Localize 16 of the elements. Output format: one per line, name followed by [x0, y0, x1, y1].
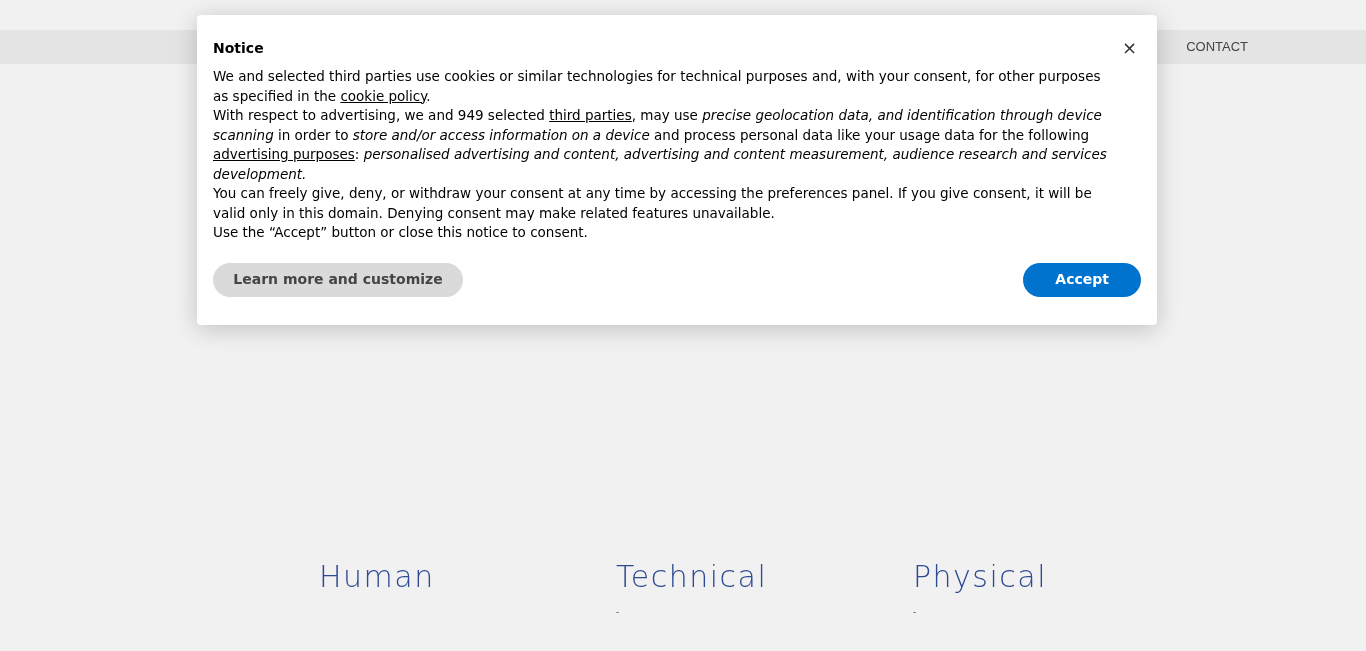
column-heading: Human: [319, 559, 435, 595]
nav-link[interactable]: CONTACT: [1186, 37, 1248, 57]
accept-button[interactable]: Accept: [1023, 262, 1141, 297]
column-heading: Physical: [913, 559, 1048, 595]
notice-paragraph: Use the “Accept” button or close this notice to consent.: [213, 223, 589, 242]
close-button[interactable]: ×: [1121, 39, 1137, 57]
dialog-title: Notice: [213, 38, 264, 58]
notice-paragraph: We and selected third parties use cookies or similar technologies for technical purposes and, with your consent, for other purposes as specified in the cookie policy.: [213, 67, 1102, 106]
column-text: -: [616, 606, 620, 619]
column-heading: Technical: [616, 559, 768, 595]
customize-button[interactable]: Learn more and customize: [213, 262, 463, 297]
notice-paragraph: With respect to advertising, we and 949 selected third parties, may use precise geolocation data, and identification through device scanning in order to store and/or access information on a device and process personal data like your usage data for the following advertising purposes: personalised advertising and content, advertising and content measurement, audience research and services development.: [213, 106, 1108, 184]
column-text: -: [913, 606, 917, 619]
notice-paragraph: You can freely give, deny, or withdraw your consent at any time by accessing the preferences panel. If you give consent, it will be valid only in this domain. Denying consent may make related features unavailable.: [213, 184, 1093, 223]
policy-link[interactable]: advertising purposes: [213, 146, 355, 162]
policy-link[interactable]: third parties: [549, 107, 632, 123]
